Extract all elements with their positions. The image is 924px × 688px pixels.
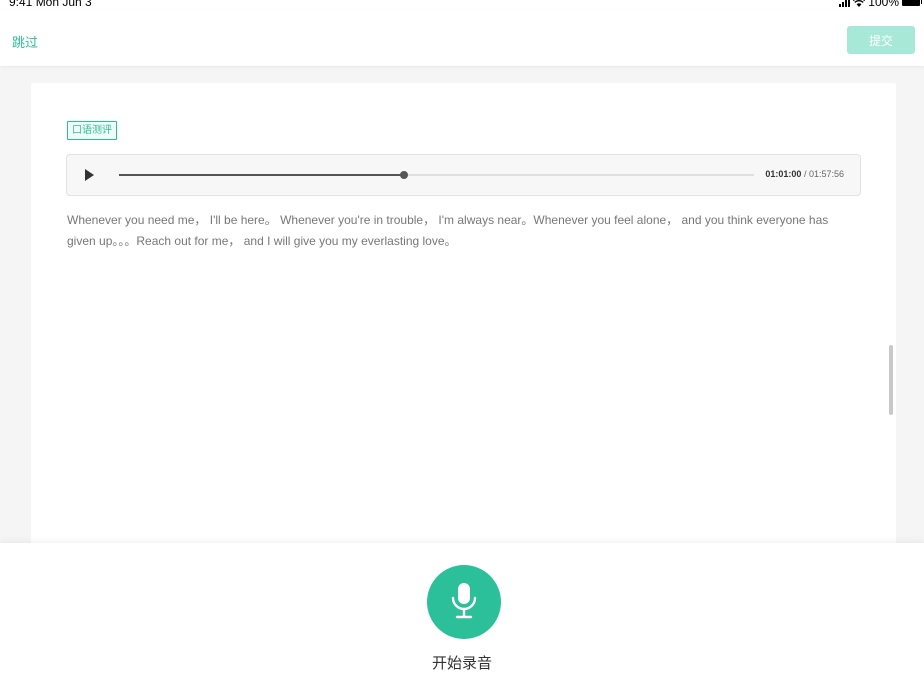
submit-button[interactable]: 提交	[847, 26, 915, 54]
nav-bar: 跳过 提交	[0, 10, 924, 66]
record-label: 开始录音	[431, 655, 492, 672]
status-indicators: 100%	[839, 0, 922, 9]
record-button[interactable]	[427, 565, 501, 639]
battery-percent: 100%	[868, 0, 899, 9]
skip-link[interactable]: 跳过	[12, 32, 38, 51]
audio-progress-fill	[119, 174, 405, 176]
question-card: 口语测评 01:01:00 / 01:57:56 Whenever you ne…	[31, 83, 896, 553]
audio-total-time: 01:57:56	[808, 169, 844, 179]
audio-time: 01:01:00 / 01:57:56	[765, 169, 844, 179]
audio-time-separator: /	[801, 169, 809, 179]
audio-progress-track[interactable]	[119, 171, 754, 179]
passage-text: Whenever you need me， I'll be here。 When…	[67, 213, 829, 248]
scrollbar[interactable]	[889, 345, 893, 415]
bottom-panel: 开始录音	[0, 543, 924, 688]
status-bar: 9:41 Mon Jun 3 100%	[0, 0, 924, 10]
audio-player: 01:01:00 / 01:57:56	[66, 154, 861, 196]
microphone-icon	[451, 583, 477, 619]
battery-icon	[902, 0, 922, 6]
play-icon[interactable]	[85, 169, 94, 181]
audio-current-time: 01:01:00	[765, 169, 802, 179]
category-tag: 口语测评	[67, 121, 117, 140]
status-time: 9:41 Mon Jun 3	[9, 0, 92, 9]
audio-progress-thumb[interactable]	[400, 171, 409, 179]
cellular-signal-icon	[839, 0, 851, 7]
wifi-icon	[853, 0, 866, 7]
